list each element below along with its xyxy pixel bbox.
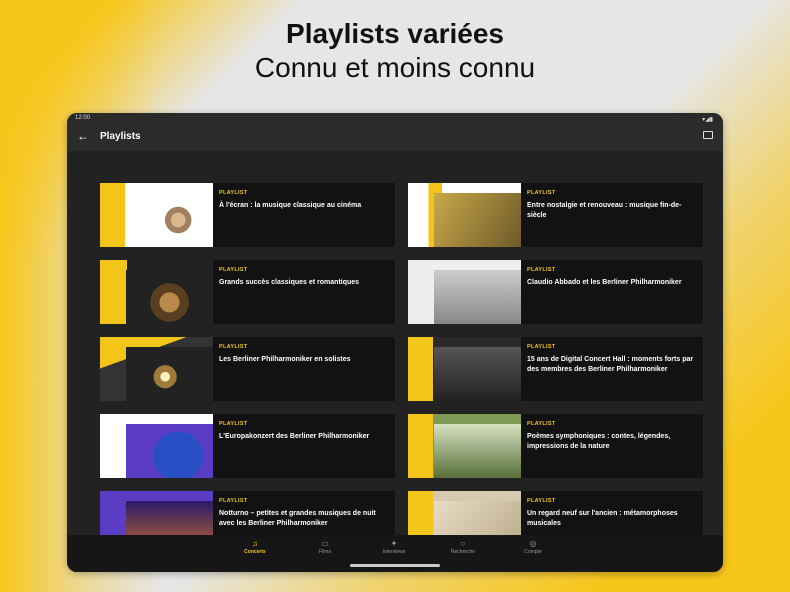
playlist-type-label: PLAYLIST bbox=[527, 267, 556, 273]
interviews-icon: ✦ bbox=[390, 539, 398, 548]
playlist-title: 15 ans de Digital Concert Hall : moments… bbox=[527, 356, 694, 373]
account-icon: ◎ bbox=[529, 539, 537, 548]
playlist-type-label: PLAYLIST bbox=[219, 190, 248, 196]
films-icon: ▭ bbox=[321, 539, 329, 548]
playlist-title: À l'écran : la musique classique au ciné… bbox=[219, 202, 362, 209]
playlist-title: Grands succès classiques et romantiques bbox=[219, 279, 360, 286]
cast-icon[interactable] bbox=[703, 131, 713, 139]
playlist-thumbnail bbox=[100, 183, 213, 247]
nav-label: Interviews bbox=[382, 549, 406, 555]
playlist-type-label: PLAYLIST bbox=[527, 344, 556, 350]
nav-item-recherche[interactable]: ○ Recherche bbox=[433, 539, 493, 555]
playlist-type-label: PLAYLIST bbox=[219, 498, 248, 504]
playlist-type-label: PLAYLIST bbox=[527, 498, 556, 504]
playlist-title: Poèmes symphoniques : contes, légendes, … bbox=[527, 433, 671, 450]
page-title: Playlists bbox=[100, 131, 141, 142]
search-icon: ○ bbox=[460, 539, 466, 548]
playlist-title: Entre nostalgie et renouveau : musique f… bbox=[527, 202, 682, 219]
gesture-handle bbox=[350, 564, 440, 567]
playlist-thumbnail bbox=[100, 337, 213, 401]
playlist-card[interactable]: PLAYLIST Entre nostalgie et renouveau : m… bbox=[408, 183, 703, 247]
bottom-navigation: ♫ Concerts ▭ Films ✦ Interviews ○ Recherche ◎ Com… bbox=[67, 535, 723, 572]
tablet-screen: 12:00 ▾◢▮ ← Playlists PLAYLIST À l'écran … bbox=[67, 113, 723, 572]
playlist-thumbnail bbox=[100, 260, 213, 324]
back-arrow-icon[interactable]: ← bbox=[77, 129, 89, 143]
nav-label: Compte bbox=[524, 549, 542, 555]
playlist-card[interactable]: PLAYLIST Claudio Abbado et les Berliner P… bbox=[408, 260, 703, 324]
playlist-thumbnail bbox=[408, 414, 521, 478]
promo-headline: Playlists variées Connu et moins connu bbox=[0, 16, 790, 84]
nav-item-films[interactable]: ▭ Films bbox=[295, 539, 355, 555]
playlist-type-label: PLAYLIST bbox=[527, 421, 556, 427]
playlist-card[interactable]: PLAYLIST Grands succès classiques et roma… bbox=[100, 260, 395, 324]
nav-label: Concerts bbox=[244, 549, 266, 555]
promo-subtitle: Connu et moins connu bbox=[254, 52, 536, 83]
playlist-content[interactable]: PLAYLIST À l'écran : la musique classique… bbox=[67, 151, 723, 555]
status-bar: 12:00 ▾◢▮ bbox=[67, 113, 723, 124]
playlist-title: Les Berliner Philharmoniker en solistes bbox=[219, 356, 351, 363]
playlist-card[interactable]: PLAYLIST Poèmes symphoniques : contes, lé… bbox=[408, 414, 703, 478]
promo-title: Playlists variées bbox=[286, 18, 504, 49]
playlist-type-label: PLAYLIST bbox=[219, 267, 248, 273]
playlist-card[interactable]: PLAYLIST À l'écran : la musique classique… bbox=[100, 183, 395, 247]
nav-item-interviews[interactable]: ✦ Interviews bbox=[364, 539, 424, 555]
status-time: 12:00 bbox=[75, 115, 91, 121]
playlist-thumbnail bbox=[100, 414, 213, 478]
nav-label: Films bbox=[319, 549, 331, 555]
playlist-type-label: PLAYLIST bbox=[219, 344, 248, 350]
playlist-card[interactable]: PLAYLIST L'Europakonzert des Berliner Phi… bbox=[100, 414, 395, 478]
playlist-title: Notturno – petites et grandes musiques d… bbox=[219, 510, 376, 527]
playlist-title: Un regard neuf sur l'ancien : métamorpho… bbox=[527, 510, 678, 527]
nav-item-compte[interactable]: ◎ Compte bbox=[503, 539, 563, 555]
playlist-type-label: PLAYLIST bbox=[219, 421, 248, 427]
playlist-card[interactable]: PLAYLIST 15 ans de Digital Concert Hall :… bbox=[408, 337, 703, 401]
nav-label: Recherche bbox=[450, 549, 476, 555]
concerts-icon: ♫ bbox=[252, 539, 258, 548]
playlist-type-label: PLAYLIST bbox=[527, 190, 556, 196]
nav-item-concerts[interactable]: ♫ Concerts bbox=[225, 539, 285, 555]
playlist-title: L'Europakonzert des Berliner Philharmoni… bbox=[219, 433, 370, 440]
playlist-thumbnail bbox=[408, 337, 521, 401]
playlist-title: Claudio Abbado et les Berliner Philharmo… bbox=[527, 279, 682, 286]
app-bar: ← Playlists bbox=[67, 124, 723, 151]
playlist-thumbnail bbox=[408, 183, 521, 247]
playlist-thumbnail bbox=[408, 260, 521, 324]
playlist-card[interactable]: PLAYLIST Les Berliner Philharmoniker en s… bbox=[100, 337, 395, 401]
